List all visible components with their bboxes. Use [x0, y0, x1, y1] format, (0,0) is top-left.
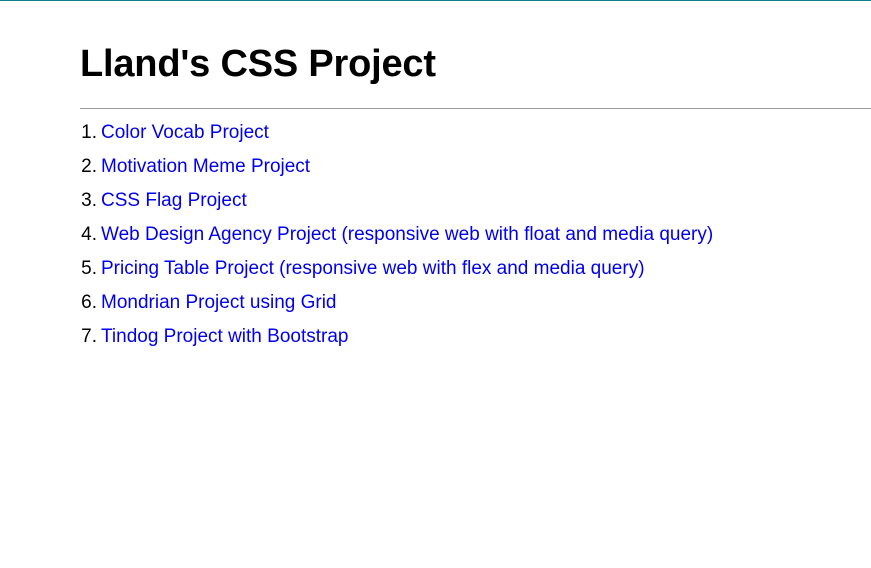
list-item-number: 6.	[81, 292, 97, 313]
project-link-web-design-agency[interactable]: Web Design Agency Project (responsive we…	[101, 220, 713, 250]
list-item-number: 3.	[81, 190, 97, 211]
project-link-motivation-meme[interactable]: Motivation Meme Project	[101, 152, 310, 182]
list-item-number: 1.	[81, 122, 97, 143]
project-link-mondrian[interactable]: Mondrian Project using Grid	[101, 288, 337, 318]
project-link-pricing-table[interactable]: Pricing Table Project (responsive web wi…	[101, 254, 645, 284]
browser-top-strip	[0, 0, 871, 1]
project-link-color-vocab[interactable]: Color Vocab Project	[101, 118, 269, 148]
list-item-number: 4.	[81, 224, 97, 245]
project-link-tindog[interactable]: Tindog Project with Bootstrap	[101, 322, 348, 352]
list-item-number: 7.	[81, 326, 97, 347]
project-link-css-flag[interactable]: CSS Flag Project	[101, 186, 247, 216]
list-item-number: 2.	[81, 156, 97, 177]
page-title: Lland's CSS Project	[80, 43, 436, 85]
horizontal-rule	[80, 108, 871, 109]
list-item-number: 5.	[81, 258, 97, 279]
